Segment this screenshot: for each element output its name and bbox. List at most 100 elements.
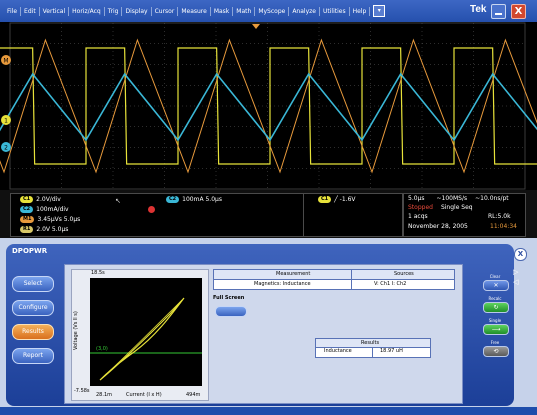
plot-ylabel: Voltage (Vs ll s) — [73, 311, 79, 350]
ch1-badge: C1 — [20, 196, 34, 203]
dpopwr-panel-body: DPOPWR Select Configure Results Report 1… — [6, 244, 514, 406]
sample-interval: ~10.0ns/pt — [475, 195, 509, 202]
menu-display[interactable]: Display — [122, 6, 152, 16]
clear-icon: ✕ — [493, 282, 499, 289]
sources-value[interactable]: V: Ch1 I: Ch2 — [374, 281, 406, 287]
full-screen-label: Full Screen — [213, 295, 245, 301]
ch2-secondary-readout[interactable]: C2 100mA 5.0μs — [166, 196, 222, 203]
results-divider — [372, 348, 373, 357]
acq-state-readout: Stopped Single Seq — [408, 204, 473, 211]
free-run-button[interactable]: ⟲ — [483, 346, 509, 357]
menu-myscope[interactable]: MyScope — [255, 6, 290, 16]
plot-xlabel: Current (I x H) — [126, 392, 162, 398]
free-label: Free — [490, 340, 500, 345]
result-value: 18.97 uH — [380, 348, 403, 354]
menu-horiz-acq[interactable]: Horiz/Acq — [69, 6, 105, 16]
clear-button[interactable]: ✕ — [483, 280, 509, 291]
measurement-header: Measurement — [276, 271, 311, 277]
plot-xmin: 28.1m — [96, 392, 113, 398]
minimize-button[interactable] — [491, 4, 506, 19]
ch2-marker-label: 2 — [4, 145, 8, 152]
waveform-graticule: M 1 2 — [0, 22, 537, 190]
bh-plot-area — [90, 278, 202, 386]
acq-state: Stopped — [408, 204, 433, 211]
single-run-icon: ⟶ — [491, 326, 501, 333]
menu-utilities[interactable]: Utilities — [320, 6, 350, 16]
recalc-label: Recalc — [488, 296, 502, 301]
scope-display[interactable]: M 1 2 — [0, 22, 537, 190]
bh-plot[interactable]: 18.5s -7.58s Voltage (Vs ll s) 28.1m Cur… — [71, 269, 209, 401]
ch2-secondary-badge: C2 — [166, 196, 180, 203]
dpopwr-panel: DPOPWR Select Configure Results Report 1… — [0, 238, 537, 415]
menu-help[interactable]: Help — [350, 6, 371, 16]
panel-close-button[interactable]: X — [514, 248, 527, 261]
help-dropdown-icon[interactable]: ▾ — [373, 5, 386, 17]
trigger-readout[interactable]: C1 ╱ -1.6V — [318, 196, 356, 203]
app-window: File Edit Vertical Horiz/Acq Trig Displa… — [0, 0, 537, 415]
run-controls: Clear ✕ Recalc ↻ Single ⟶ Free ⟲ — [470, 274, 520, 394]
minimize-icon — [495, 13, 502, 15]
table-divider — [351, 270, 352, 289]
sources-header: Sources — [394, 271, 414, 277]
menu-trig[interactable]: Trig — [105, 6, 123, 16]
readout-panel: C1 2.0V/div C2 100mA/div M1 3.45μVs 5.0μ… — [0, 190, 537, 238]
trigger-source-badge: C1 — [318, 196, 332, 203]
result-label: Inductance — [324, 348, 352, 354]
sample-rate: ~100MS/s — [436, 195, 468, 202]
ch1-marker[interactable]: 1 — [1, 115, 11, 125]
results-header: Results — [361, 340, 380, 346]
results-table-header: Results — [316, 339, 430, 348]
nav-results-button[interactable]: Results — [12, 324, 54, 340]
full-screen-button[interactable] — [215, 306, 247, 317]
panel-expand-icon[interactable]: ▷ — [513, 268, 518, 276]
menu-mask[interactable]: Mask — [211, 6, 234, 16]
m1-scale-readout[interactable]: M1 3.45μVs 5.0μs — [20, 216, 80, 223]
single-button[interactable]: ⟶ — [483, 324, 509, 335]
ch1-scale-readout[interactable]: C1 2.0V/div — [20, 196, 61, 203]
date-readout: November 28, 2005 — [408, 223, 468, 230]
menu-list: File Edit Vertical Horiz/Acq Trig Displa… — [4, 0, 386, 22]
recalc-icon: ↻ — [493, 304, 499, 311]
recalc-button[interactable]: ↻ — [483, 302, 509, 313]
r1-scale-text: 2.0V 5.0μs — [36, 226, 69, 233]
single-label: Single — [488, 318, 502, 323]
record-length: RL:5.0k — [488, 213, 511, 220]
ch2-marker[interactable]: 2 — [1, 142, 11, 152]
ch2-scale-readout[interactable]: C2 100mA/div — [20, 206, 69, 213]
results-table: Results Inductance 18.97 uH — [315, 338, 431, 358]
brand-logo: Tek — [470, 4, 487, 15]
m1-badge: M1 — [20, 216, 35, 223]
nav-configure-button[interactable]: Configure — [12, 300, 54, 316]
panel-collapse-icon[interactable]: ◁ — [513, 278, 518, 286]
timebase-readout[interactable]: 5.0μs ~100MS/s ~10.0ns/pt — [408, 195, 509, 202]
timebase-scale: 5.0μs — [408, 195, 425, 202]
acq-mode: Single Seq — [440, 204, 473, 211]
bh-plot-svg — [90, 278, 202, 386]
acq-date: November 28, 2005 — [408, 223, 468, 230]
results-content-area: 18.5s -7.58s Voltage (Vs ll s) 28.1m Cur… — [64, 264, 463, 404]
record-indicator-icon — [148, 206, 155, 213]
menu-analyze[interactable]: Analyze — [289, 6, 320, 16]
acq-time: 11:04:34 — [490, 223, 517, 230]
nav-select-button[interactable]: Select — [12, 276, 54, 292]
nav-report-button[interactable]: Report — [12, 348, 54, 364]
r1-badge: R1 — [20, 226, 34, 233]
menu-file[interactable]: File — [4, 6, 22, 16]
m1-marker[interactable]: M — [1, 55, 11, 65]
record-length-readout: RL:5.0k — [488, 213, 511, 220]
measurement-table-header: Measurement Sources — [214, 270, 454, 280]
measurement-value[interactable]: Magnetics: Inductance — [254, 281, 311, 287]
menu-vertical[interactable]: Vertical — [40, 6, 70, 16]
menu-math[interactable]: Math — [233, 6, 256, 16]
menu-edit[interactable]: Edit — [21, 6, 40, 16]
acq-count: 1 acqs — [408, 213, 428, 220]
menu-bar: File Edit Vertical Horiz/Acq Trig Displa… — [0, 0, 537, 22]
menu-measure[interactable]: Measure — [178, 6, 211, 16]
menu-cursor[interactable]: Cursor — [152, 6, 179, 16]
panel-title: DPOPWR — [12, 247, 48, 255]
close-button[interactable]: X — [511, 4, 526, 19]
cursor-arrow-icon: ↖ — [115, 197, 121, 205]
ch1-scale-text: 2.0V/div — [36, 196, 61, 203]
r1-scale-readout[interactable]: R1 2.0V 5.0μs — [20, 226, 68, 233]
m1-scale-text: 3.45μVs 5.0μs — [37, 216, 81, 223]
